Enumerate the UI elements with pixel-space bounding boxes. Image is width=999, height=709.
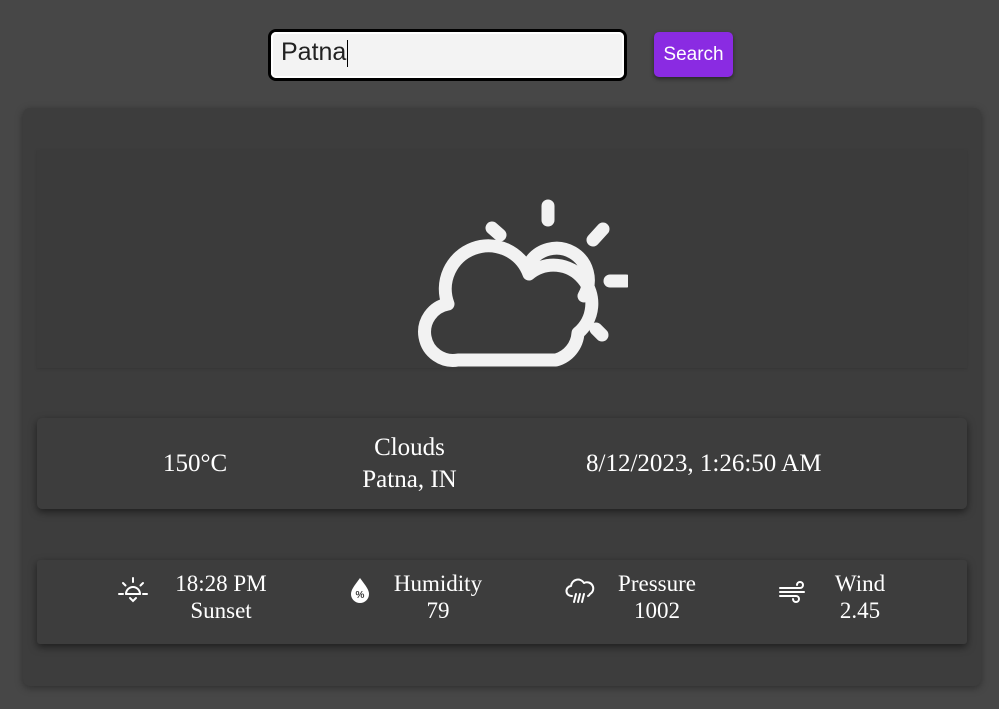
sunset-time: 18:28 PM (175, 571, 267, 596)
svg-text:%: % (356, 590, 365, 601)
search-input-value: Patna (281, 38, 347, 66)
wind-icon (779, 581, 805, 603)
sunset-icon (118, 577, 148, 603)
partly-cloudy-icon (418, 199, 628, 367)
wind-label: Wind (834, 571, 886, 596)
sunset-label: Sunset (190, 598, 252, 623)
weather-icon-panel (37, 150, 967, 368)
pressure-icon (565, 578, 595, 603)
pressure-label: Pressure (618, 571, 696, 596)
weather-condition: Clouds (374, 434, 445, 461)
temperature: 150°C (163, 450, 228, 477)
location: Patna, IN (362, 466, 457, 493)
search-input[interactable]: Patna (268, 29, 627, 81)
search-button[interactable]: Search (654, 32, 733, 77)
weather-card: 150°C Clouds Patna, IN 8/12/2023, 1:26:5… (23, 108, 981, 686)
wind-text: Wind 2.45 (825, 570, 895, 624)
summary-panel: 150°C Clouds Patna, IN 8/12/2023, 1:26:5… (37, 418, 967, 509)
humidity-value: 79 (426, 598, 450, 623)
pressure-text: Pressure 1002 (612, 570, 702, 624)
wind-value: 2.45 (839, 598, 881, 623)
search-bar: Patna Search (268, 29, 733, 81)
pressure-value: 1002 (634, 598, 680, 623)
details-panel: 18:28 PM Sunset % Humidity 79 Pressure 1… (37, 560, 967, 644)
condition-block: Clouds Patna, IN (347, 432, 472, 496)
humidity-icon: % (351, 578, 369, 603)
date-time: 8/12/2023, 1:26:50 AM (586, 450, 822, 477)
humidity-label: Humidity (393, 571, 483, 596)
sunset-text: 18:28 PM Sunset (173, 570, 269, 624)
humidity-text: Humidity 79 (390, 570, 486, 624)
